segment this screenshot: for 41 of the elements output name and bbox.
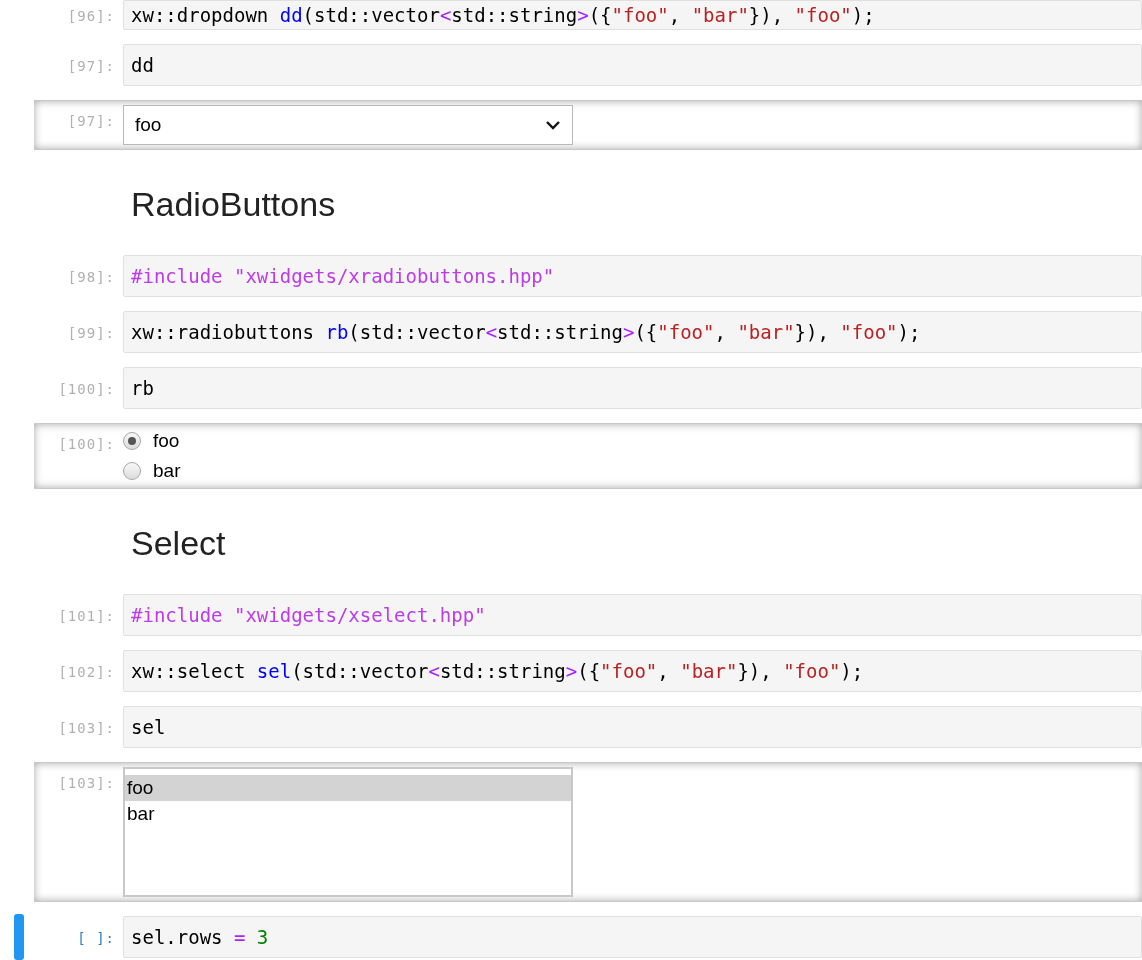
section-heading: Select bbox=[131, 523, 227, 563]
cell-prompt: [103]: bbox=[58, 719, 115, 738]
cell-prompt: [97]: bbox=[67, 112, 115, 131]
code-input-cell[interactable]: sel bbox=[123, 706, 1142, 748]
code-line: #include "xwidgets/xradiobuttons.hpp" bbox=[131, 266, 555, 286]
code-input-cell[interactable]: dd bbox=[123, 44, 1142, 86]
cell-prompt: [99]: bbox=[67, 324, 115, 343]
cell-prompt: [100]: bbox=[58, 380, 115, 399]
code-line: xw::select sel(std::vector<std::string>({"foo", "bar"}), "foo"); bbox=[131, 661, 864, 681]
code-line: sel bbox=[131, 717, 166, 737]
code-input-cell[interactable]: sel.rows = 3 bbox=[123, 916, 1142, 958]
code-line: sel.rows = 3 bbox=[131, 927, 269, 947]
chevron-down-icon bbox=[545, 120, 561, 130]
code-line: xw::radiobuttons rb(std::vector<std::string>({"foo", "bar"}), "foo"); bbox=[131, 322, 921, 342]
code-input-cell[interactable]: xw::select sel(std::vector<std::string>({"foo", "bar"}), "foo"); bbox=[123, 650, 1142, 692]
dropdown[interactable]: foo bbox=[123, 105, 573, 145]
cell-prompt: [98]: bbox=[67, 268, 115, 287]
code-input-cell[interactable]: xw::dropdown dd(std::vector<std::string>({"foo", "bar"}), "foo"); bbox=[123, 0, 1142, 30]
cell-prompt: [101]: bbox=[58, 607, 115, 626]
cell-prompt: [102]: bbox=[58, 663, 115, 682]
select-list[interactable]: foo bar bbox=[123, 767, 573, 897]
code-line: rb bbox=[131, 378, 154, 398]
select-option[interactable]: foo bbox=[125, 775, 571, 801]
code-line: #include "xwidgets/xselect.hpp" bbox=[131, 605, 486, 625]
code-input-cell[interactable]: xw::radiobuttons rb(std::vector<std::string>({"foo", "bar"}), "foo"); bbox=[123, 311, 1142, 353]
cell-prompt: [103]: bbox=[58, 774, 115, 793]
radio-label: foo bbox=[153, 430, 180, 452]
code-input-cell[interactable]: #include "xwidgets/xselect.hpp" bbox=[123, 594, 1142, 636]
code-line: dd bbox=[131, 55, 154, 75]
cell-prompt: [100]: bbox=[58, 435, 115, 454]
code-line: xw::dropdown dd(std::vector<std::string>({"foo", "bar"}), "foo"); bbox=[131, 5, 875, 25]
radio-button[interactable] bbox=[123, 432, 141, 450]
select-option[interactable]: bar bbox=[125, 801, 571, 827]
code-input-cell[interactable]: rb bbox=[123, 367, 1142, 409]
code-input-cell[interactable]: #include "xwidgets/xradiobuttons.hpp" bbox=[123, 255, 1142, 297]
radio-label: bar bbox=[153, 460, 181, 482]
radio-button[interactable] bbox=[123, 462, 141, 480]
cell-prompt: [96]: bbox=[67, 7, 115, 26]
section-heading: RadioButtons bbox=[131, 184, 337, 224]
cell-prompt: [97]: bbox=[67, 57, 115, 76]
cell-prompt: [ ]: bbox=[77, 929, 115, 948]
